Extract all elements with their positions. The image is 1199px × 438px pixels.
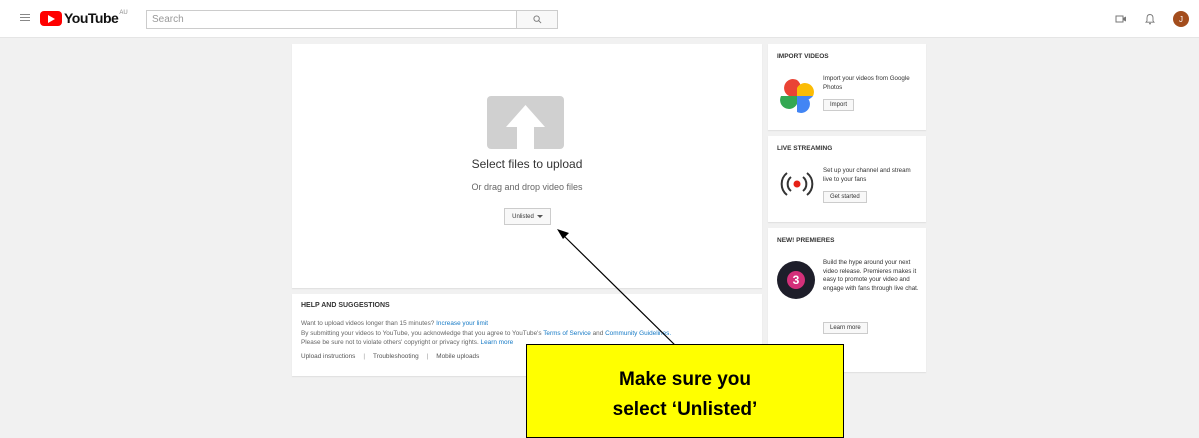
top-bar: YouTube AU J [0, 0, 1199, 38]
annotation-text: Make sure you select ‘Unlisted’ [527, 365, 843, 425]
header-actions: J [1115, 9, 1189, 29]
live-streaming-card: LIVE STREAMING Set up your channel and s… [768, 136, 926, 222]
terms-of-service-link[interactable]: Terms of Service [543, 330, 591, 337]
annotation-line-1: Make sure you [619, 369, 751, 390]
help-line-3-text: Please be sure not to violate others' co… [301, 339, 479, 346]
upload-panel[interactable]: Select files to upload Or drag and drop … [292, 44, 762, 288]
search-icon [532, 15, 541, 24]
logo-region: AU [119, 10, 128, 16]
google-photos-icon [780, 79, 814, 113]
youtube-logo[interactable]: YouTube AU [40, 9, 128, 27]
import-videos-card: IMPORT VIDEOS Import your videos from Go… [768, 44, 926, 130]
premieres-count: 3 [787, 271, 805, 289]
get-started-button[interactable]: Get started [823, 191, 867, 203]
premieres-text: Build the hype around your next video re… [823, 259, 919, 292]
annotation-line-2: select ‘Unlisted’ [612, 399, 758, 420]
help-line-2-text: By submitting your videos to YouTube, yo… [301, 329, 542, 337]
hamburger-menu-icon[interactable] [20, 14, 30, 22]
drag-drop-text: Or drag and drop video files [471, 182, 583, 192]
premieres-badge-icon: 3 [777, 261, 815, 299]
divider: | [363, 352, 366, 360]
learn-more-button[interactable]: Learn more [823, 322, 868, 334]
troubleshooting-link[interactable]: Troubleshooting [373, 353, 419, 360]
increase-limit-link[interactable]: Increase your limit [436, 320, 488, 327]
mobile-uploads-link[interactable]: Mobile uploads [436, 353, 479, 360]
import-videos-text: Import your videos from Google Photos [823, 75, 910, 91]
select-files-text[interactable]: Select files to upload [292, 157, 762, 171]
learn-more-link[interactable]: Learn more [481, 339, 514, 346]
search-bar [146, 10, 558, 29]
live-stream-icon [780, 172, 814, 196]
import-button[interactable]: Import [823, 99, 855, 111]
upload-arrow-icon[interactable] [487, 96, 564, 149]
search-input[interactable] [146, 10, 516, 29]
help-line-1: Want to upload videos longer than 15 min… [301, 319, 753, 329]
logo-text: YouTube [64, 10, 119, 26]
avatar[interactable]: J [1173, 11, 1189, 27]
community-guidelines-link[interactable]: Community Guidelines. [605, 330, 671, 337]
youtube-play-icon [40, 10, 62, 26]
privacy-dropdown[interactable]: Unlisted [504, 208, 551, 225]
live-streaming-text: Set up your channel and stream live to y… [823, 167, 911, 183]
caret-down-icon [536, 215, 543, 218]
privacy-value: Unlisted [512, 213, 534, 220]
help-line-2: By submitting your videos to YouTube, yo… [301, 329, 753, 339]
premieres-title: NEW! PREMIERES [777, 237, 835, 244]
help-title: HELP AND SUGGESTIONS [301, 302, 390, 309]
notifications-bell-icon[interactable] [1145, 13, 1155, 25]
import-videos-title: IMPORT VIDEOS [777, 53, 829, 60]
divider: | [426, 352, 429, 360]
annotation-callout: Make sure you select ‘Unlisted’ [526, 344, 844, 438]
create-video-icon[interactable] [1115, 14, 1127, 24]
live-streaming-title: LIVE STREAMING [777, 145, 833, 152]
upload-instructions-link[interactable]: Upload instructions [301, 353, 355, 360]
help-line-1-text: Want to upload videos longer than 15 min… [301, 320, 435, 327]
help-line-2-and: and [592, 329, 604, 337]
search-button[interactable] [516, 10, 558, 29]
